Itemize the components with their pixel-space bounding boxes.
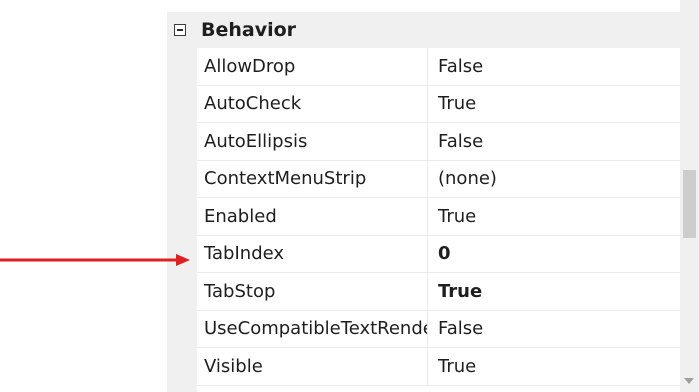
- property-name: AllowDrop: [197, 48, 428, 85]
- property-name: TabIndex: [197, 235, 428, 272]
- property-row[interactable]: AutoCheck True: [197, 85, 680, 123]
- property-value[interactable]: True: [428, 348, 476, 385]
- property-row[interactable]: TabStop True: [197, 273, 680, 311]
- property-grid-gutter: [167, 48, 197, 392]
- property-name: TabStop: [197, 273, 428, 310]
- property-row[interactable]: Visible True: [197, 348, 680, 386]
- property-row[interactable]: ContextMenuStrip (none): [197, 160, 680, 198]
- property-name: AutoCheck: [197, 85, 428, 122]
- property-row[interactable]: AutoEllipsis False: [197, 123, 680, 161]
- category-label: Behavior: [201, 19, 297, 41]
- property-row[interactable]: Enabled True: [197, 198, 680, 236]
- scroll-down-arrow-icon[interactable]: [684, 378, 694, 384]
- collapse-icon[interactable]: [174, 24, 186, 36]
- property-value[interactable]: True: [428, 198, 476, 235]
- property-value[interactable]: False: [428, 123, 483, 160]
- property-row[interactable]: AllowDrop False: [197, 48, 680, 86]
- property-name: Enabled: [197, 198, 428, 235]
- property-name: AutoEllipsis: [197, 123, 428, 160]
- property-value[interactable]: False: [428, 48, 483, 85]
- property-row-tabindex[interactable]: TabIndex 0: [197, 235, 680, 273]
- properties-window: Behavior AllowDrop False AutoCheck True …: [0, 0, 699, 392]
- property-name: UseCompatibleTextRendering: [197, 310, 428, 347]
- vertical-scrollbar[interactable]: [680, 0, 699, 392]
- category-row-behavior[interactable]: Behavior: [167, 12, 680, 48]
- property-row[interactable]: UseCompatibleTextRendering False: [197, 310, 680, 348]
- property-name: ContextMenuStrip: [197, 160, 428, 197]
- property-value[interactable]: 0: [428, 236, 451, 273]
- property-value[interactable]: (none): [428, 161, 497, 198]
- property-rows: AllowDrop False AutoCheck True AutoEllip…: [197, 48, 680, 386]
- property-value[interactable]: True: [428, 273, 482, 310]
- property-name: Visible: [197, 348, 428, 385]
- red-arrow-icon: [0, 254, 190, 266]
- property-value[interactable]: True: [428, 86, 476, 123]
- scrollbar-thumb[interactable]: [683, 170, 696, 238]
- property-grid: Behavior AllowDrop False AutoCheck True …: [167, 0, 680, 392]
- property-value[interactable]: False: [428, 311, 483, 348]
